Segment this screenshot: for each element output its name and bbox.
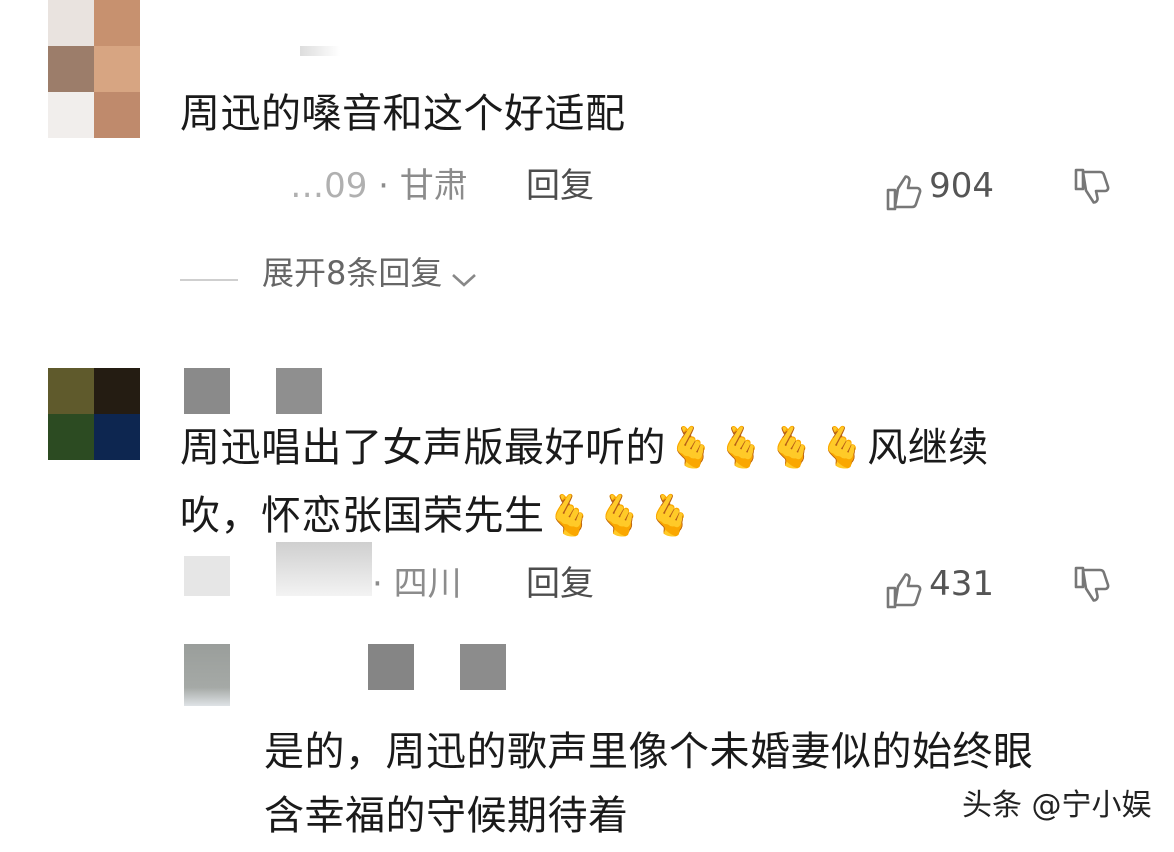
thumbs-down-icon bbox=[1074, 168, 1110, 204]
avatar[interactable] bbox=[48, 368, 140, 460]
like-button[interactable]: 431 bbox=[884, 560, 994, 608]
heart-finger-emoji: 🫰 bbox=[645, 493, 696, 539]
like-count: 904 bbox=[929, 166, 994, 206]
thumbs-up-icon bbox=[886, 174, 922, 210]
meta-dot: · bbox=[378, 166, 400, 206]
comment-text: 周迅的嗓音和这个好适配 bbox=[180, 91, 626, 137]
timestamp-blurred bbox=[182, 166, 290, 206]
thumbs-down-icon bbox=[1074, 566, 1110, 602]
like-count: 431 bbox=[929, 564, 994, 604]
heart-finger-emoji: 🫰 bbox=[594, 493, 646, 539]
username-blurred bbox=[300, 46, 340, 56]
timestamp: …09 bbox=[290, 166, 368, 206]
username-blurred bbox=[184, 368, 230, 414]
comment-text: 周迅唱出了女声版最好听的 bbox=[180, 425, 666, 471]
heart-finger-emoji: 🫰 bbox=[716, 425, 767, 471]
username-blurred bbox=[460, 644, 506, 690]
heart-finger-emoji: 🫰 bbox=[544, 493, 595, 539]
location: 甘肃 bbox=[399, 166, 468, 206]
chevron-down-icon bbox=[452, 273, 477, 287]
heart-finger-emoji: 🫰 bbox=[816, 425, 868, 471]
avatar[interactable] bbox=[48, 0, 140, 138]
heart-finger-emoji: 🫰 bbox=[666, 425, 717, 471]
reply-button[interactable]: 回复 bbox=[526, 162, 594, 210]
expand-replies[interactable]: 展开8条回复 bbox=[180, 248, 479, 298]
watermark: 头条 @宁小娱 bbox=[962, 788, 1152, 823]
meta-dot: · bbox=[372, 564, 394, 604]
expand-divider bbox=[180, 278, 238, 281]
heart-finger-emoji: 🫰 bbox=[766, 425, 817, 471]
username-blurred bbox=[368, 644, 414, 690]
timestamp-blurred bbox=[184, 556, 230, 596]
dislike-button[interactable] bbox=[1072, 166, 1112, 210]
timestamp-blurred bbox=[276, 542, 372, 596]
like-button[interactable]: 904 bbox=[884, 162, 994, 210]
comment-meta: …09 · 甘肃 bbox=[182, 162, 468, 210]
comment-meta: · 四川 bbox=[372, 560, 462, 608]
comment-text: 吹，怀恋张国荣先生 bbox=[180, 493, 545, 539]
reply-avatar[interactable] bbox=[184, 644, 230, 706]
thumbs-up-icon bbox=[886, 572, 922, 608]
location: 四川 bbox=[393, 564, 462, 604]
comment-text-tail: 风继续 bbox=[867, 425, 989, 471]
reply-text-line-1: 是的，周迅的歌声里像个未婚妻似的始终眼 bbox=[264, 729, 1034, 775]
comment-text-line-1: 周迅唱出了女声版最好听的🫰🫰🫰🫰风继续 bbox=[180, 412, 989, 484]
comment-text-line-2: 吹，怀恋张国荣先生🫰🫰🫰 bbox=[180, 480, 695, 552]
username-blurred bbox=[276, 368, 322, 414]
reply-button[interactable]: 回复 bbox=[526, 560, 594, 608]
dislike-button[interactable] bbox=[1072, 564, 1112, 608]
expand-label: 展开8条回复 bbox=[262, 254, 443, 292]
reply-text-line-2: 含幸福的守候期待着 bbox=[264, 793, 629, 839]
